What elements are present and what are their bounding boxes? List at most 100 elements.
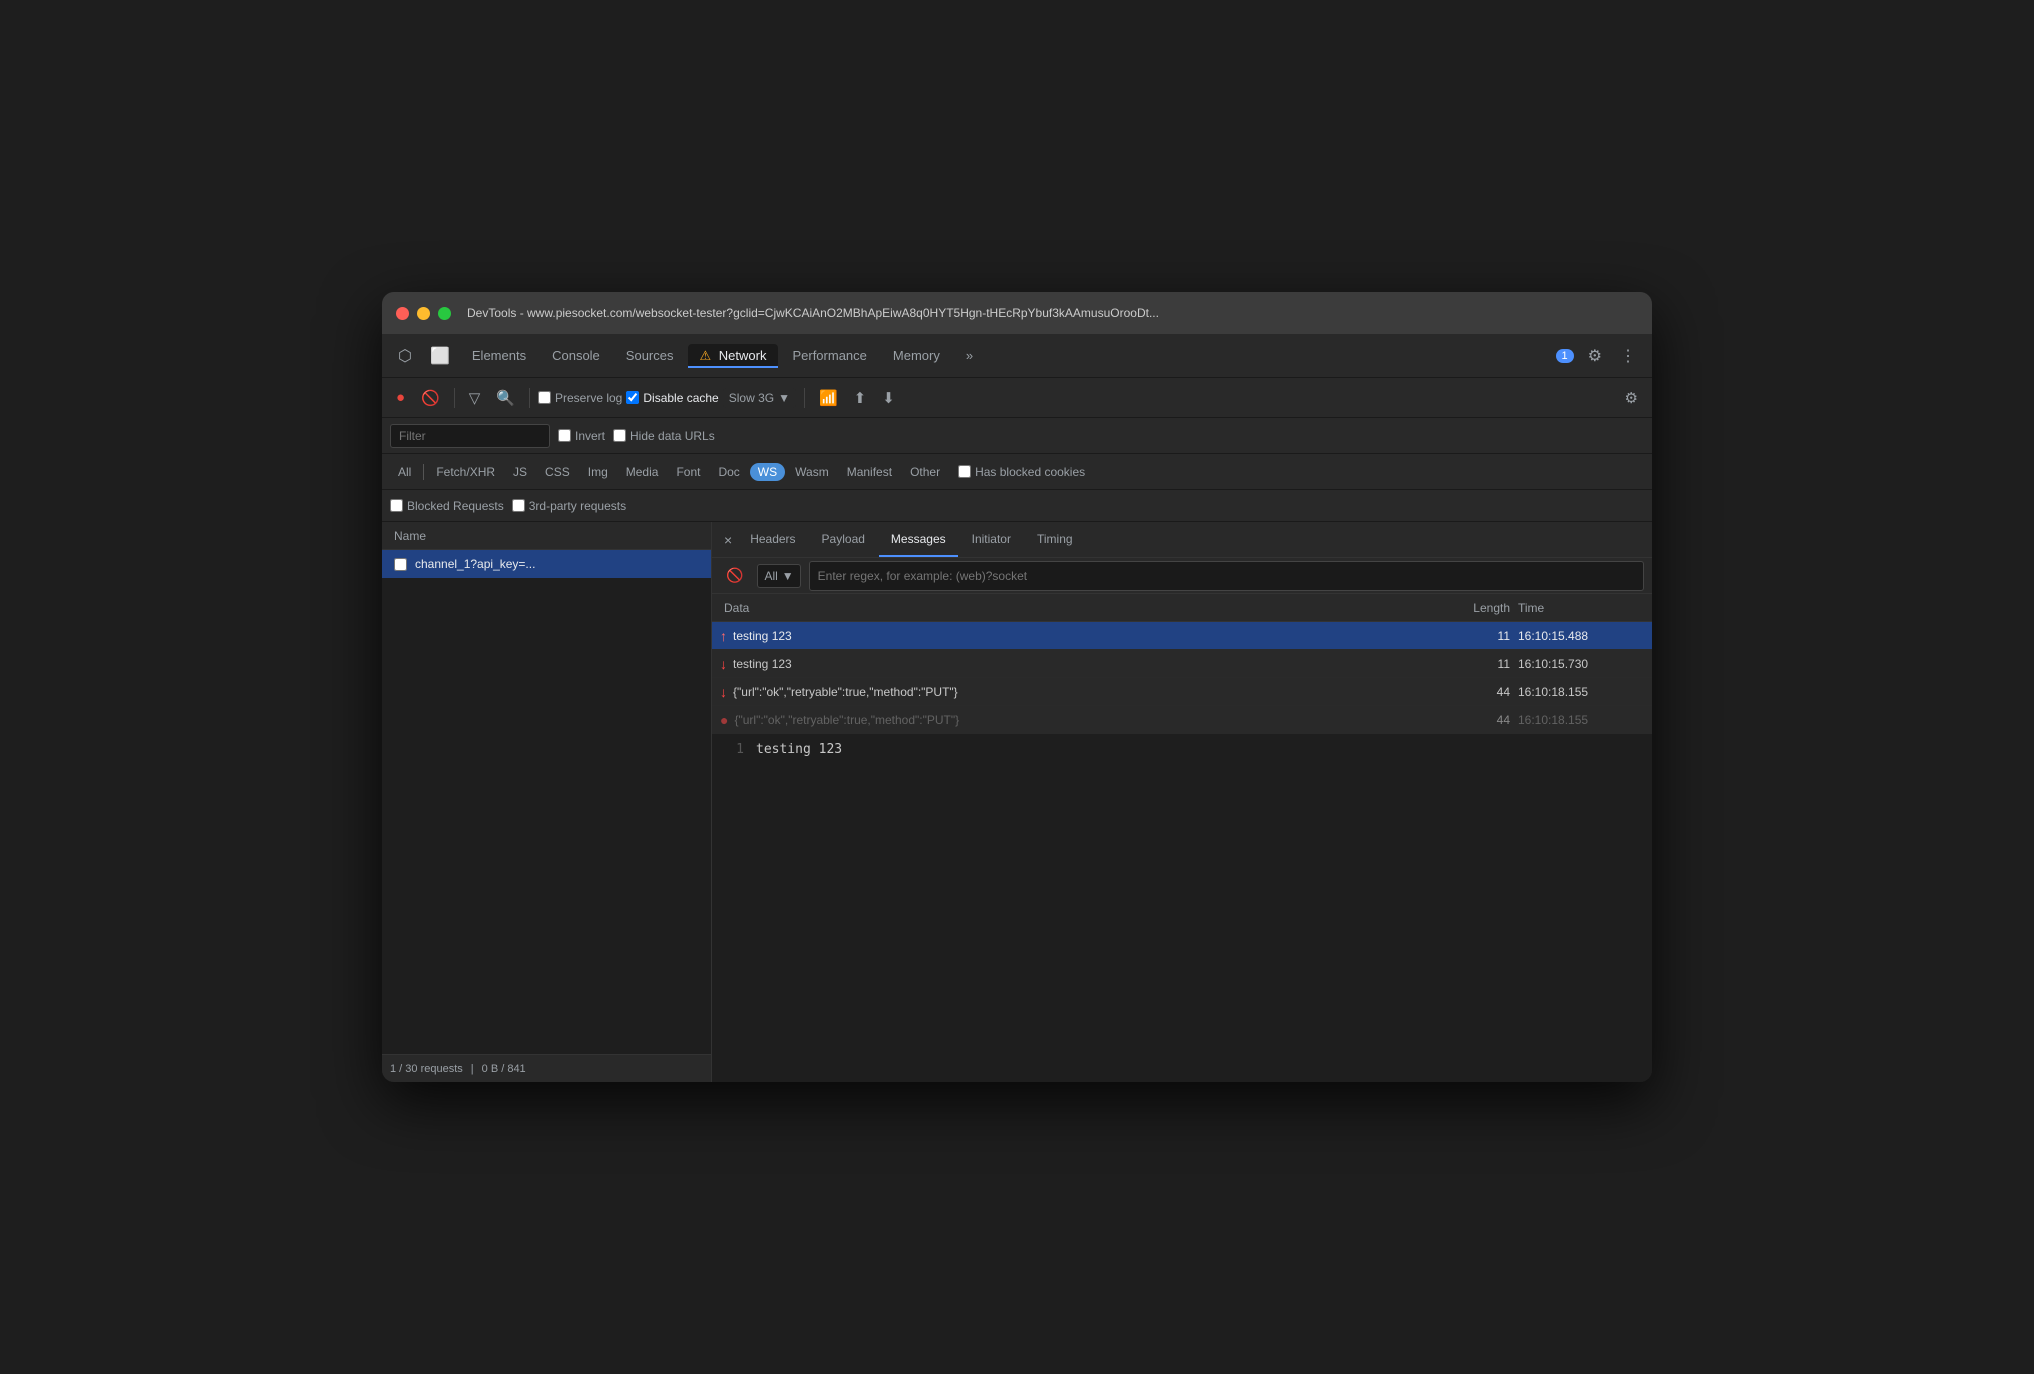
request-list-footer: 1 / 30 requests | 0 B / 841 <box>382 1054 711 1082</box>
tab-network[interactable]: ⚠ Network <box>688 344 779 368</box>
tab-more[interactable]: » <box>954 344 985 367</box>
close-button[interactable] <box>396 307 409 320</box>
tab-sources[interactable]: Sources <box>614 344 686 367</box>
disable-cache-checkbox[interactable] <box>626 391 639 404</box>
direction-down-icon: ↓ <box>720 656 727 672</box>
detail-close-button[interactable]: × <box>720 528 736 552</box>
message-text: testing 123 <box>756 742 842 757</box>
message-length-cell: 44 <box>1434 685 1514 699</box>
request-list-item[interactable]: channel_1?api_key=... <box>382 550 711 578</box>
message-filter-input-box <box>809 561 1644 591</box>
type-css[interactable]: CSS <box>537 463 578 481</box>
hide-data-urls-label[interactable]: Hide data URLs <box>613 429 715 443</box>
filter-row: Invert Hide data URLs <box>382 418 1652 454</box>
type-font[interactable]: Font <box>668 463 708 481</box>
third-party-requests-checkbox[interactable] <box>512 499 525 512</box>
message-length-cell: 44 <box>1434 713 1514 727</box>
throttle-dropdown[interactable]: Slow 3G ▼ <box>723 388 796 408</box>
preserve-log-label[interactable]: Preserve log <box>538 391 622 405</box>
message-filter-input[interactable] <box>818 564 1635 588</box>
type-img[interactable]: Img <box>580 463 616 481</box>
title-bar: DevTools - www.piesocket.com/websocket-t… <box>382 292 1652 334</box>
devtools-window: DevTools - www.piesocket.com/websocket-t… <box>382 292 1652 1082</box>
tab-memory[interactable]: Memory <box>881 344 952 367</box>
main-area: Name channel_1?api_key=... 1 / 30 reques… <box>382 522 1652 1082</box>
message-row[interactable]: ↑ testing 123 11 16:10:15.488 <box>712 622 1652 650</box>
message-length-cell: 11 <box>1434 657 1514 671</box>
tab-headers[interactable]: Headers <box>738 522 807 557</box>
tab-timing[interactable]: Timing <box>1025 522 1085 557</box>
devtools-settings-icon[interactable]: ⚙ <box>1580 342 1610 370</box>
messages-filter-row: 🚫 All ▼ <box>712 558 1652 594</box>
message-row[interactable]: ↓ {"url":"ok","retryable":true,"method":… <box>712 678 1652 706</box>
direction-down-icon: ↓ <box>720 684 727 700</box>
invert-label[interactable]: Invert <box>558 429 605 443</box>
type-media[interactable]: Media <box>618 463 667 481</box>
network-toolbar: ● 🚫 ▽ 🔍 Preserve log Disable cache Slow … <box>382 378 1652 418</box>
message-filter-clear-button[interactable]: 🚫 <box>720 565 749 586</box>
blocked-requests-label[interactable]: Blocked Requests <box>390 499 504 513</box>
upload-icon[interactable]: ⬆ <box>848 386 873 410</box>
third-party-requests-label[interactable]: 3rd-party requests <box>512 499 626 513</box>
type-all[interactable]: All <box>390 463 419 481</box>
disable-cache-label[interactable]: Disable cache <box>626 391 718 405</box>
toolbar-separator-1 <box>454 388 455 408</box>
type-doc[interactable]: Doc <box>710 463 747 481</box>
detail-tab-bar: × Headers Payload Messages Initiator Tim… <box>712 522 1652 558</box>
message-content-line: 1 testing 123 <box>724 742 1640 757</box>
messages-table: Data Length Time ↑ testing 123 11 16:10:… <box>712 594 1652 734</box>
invert-checkbox[interactable] <box>558 429 571 442</box>
message-row[interactable]: ↓ testing 123 11 16:10:15.730 <box>712 650 1652 678</box>
toolbar-settings-icon[interactable]: ⚙ <box>1619 386 1644 410</box>
type-manifest[interactable]: Manifest <box>839 463 900 481</box>
col-length-header: Length <box>1434 601 1514 615</box>
has-blocked-cookies-label[interactable]: Has blocked cookies <box>958 465 1085 479</box>
tab-payload[interactable]: Payload <box>810 522 877 557</box>
clear-button[interactable]: 🚫 <box>415 386 446 410</box>
message-data-cell: ● {"url":"ok","retryable":true,"method":… <box>720 712 1434 728</box>
type-js[interactable]: JS <box>505 463 535 481</box>
tab-performance[interactable]: Performance <box>780 344 878 367</box>
inspect-icon[interactable]: ⬜ <box>422 342 458 370</box>
tab-initiator[interactable]: Initiator <box>960 522 1023 557</box>
messages-table-header: Data Length Time <box>712 594 1652 622</box>
tab-console[interactable]: Console <box>540 344 612 367</box>
toolbar-separator-3 <box>804 388 805 408</box>
filter-input[interactable] <box>390 424 550 448</box>
has-blocked-cookies-checkbox[interactable] <box>958 465 971 478</box>
message-data-cell: ↓ testing 123 <box>720 656 1434 672</box>
message-time-cell: 16:10:15.488 <box>1514 629 1644 643</box>
window-title: DevTools - www.piesocket.com/websocket-t… <box>467 306 1638 320</box>
message-time-cell: 16:10:18.155 <box>1514 685 1644 699</box>
message-direction-dropdown[interactable]: All ▼ <box>757 564 800 588</box>
network-conditions-icon[interactable]: 📶 <box>813 386 844 410</box>
message-content: 1 testing 123 <box>712 734 1652 1082</box>
direction-up-icon: ↑ <box>720 628 727 644</box>
message-time-cell: 16:10:15.730 <box>1514 657 1644 671</box>
type-wasm[interactable]: Wasm <box>787 463 837 481</box>
devtools-more-icon[interactable]: ⋮ <box>1612 342 1644 370</box>
message-length-cell: 11 <box>1434 629 1514 643</box>
download-icon[interactable]: ⬇ <box>876 386 901 410</box>
notification-badge: 1 <box>1556 349 1574 363</box>
cursor-icon[interactable]: ⬡ <box>390 342 420 370</box>
message-row[interactable]: ● {"url":"ok","retryable":true,"method":… <box>712 706 1652 734</box>
line-number: 1 <box>724 742 744 757</box>
resource-type-row: All Fetch/XHR JS CSS Img Media Font Doc … <box>382 454 1652 490</box>
blocked-requests-checkbox[interactable] <box>390 499 403 512</box>
filter-toggle-button[interactable]: ▽ <box>463 386 487 410</box>
request-list-header: Name <box>382 522 711 550</box>
type-fetch-xhr[interactable]: Fetch/XHR <box>428 463 503 481</box>
type-other[interactable]: Other <box>902 463 948 481</box>
request-item-checkbox[interactable] <box>394 558 407 571</box>
maximize-button[interactable] <box>438 307 451 320</box>
preserve-log-checkbox[interactable] <box>538 391 551 404</box>
hide-data-urls-checkbox[interactable] <box>613 429 626 442</box>
direction-down-icon: ● <box>720 712 728 728</box>
minimize-button[interactable] <box>417 307 430 320</box>
type-ws[interactable]: WS <box>750 463 785 481</box>
tab-messages[interactable]: Messages <box>879 522 958 557</box>
search-button[interactable]: 🔍 <box>490 386 521 410</box>
record-button[interactable]: ● <box>390 386 411 409</box>
tab-elements[interactable]: Elements <box>460 344 538 367</box>
